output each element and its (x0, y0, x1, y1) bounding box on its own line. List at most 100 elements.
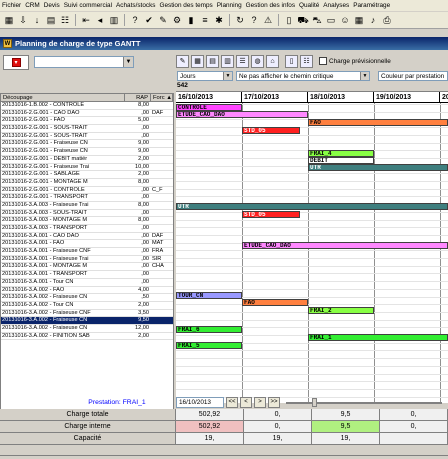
charge-previsionnelle-checkbox[interactable]: Charge prévisionnelle (319, 57, 391, 65)
menu-item[interactable]: Gestion des temps (159, 2, 212, 9)
nav-first-button[interactable]: << (226, 396, 238, 408)
task-row[interactable]: 20131016-3.A.001 - CAO DAO ,00 DAF (1, 232, 173, 241)
menu-item[interactable]: Devis (44, 2, 60, 9)
task-row[interactable]: 20131016-3.A.001 - Fraiseuse Trai ,00 SIR (1, 255, 173, 264)
save-icon[interactable]: ▦ (3, 14, 15, 26)
menu-item[interactable]: Qualité (299, 2, 319, 9)
task-row[interactable]: 20131016-3.A.002 - Tour CN 2,00 (1, 301, 173, 310)
task-row[interactable]: 20131016-2.G.001 - Fraiseuse Trai 10,00 (1, 163, 173, 172)
task-row[interactable]: 20131016-2.G.001 - SOUS-TRAIT ,00 (1, 125, 173, 133)
calendar-icon[interactable]: ▦ (353, 14, 365, 26)
task-row[interactable]: 20131016-2.G.001 - SOUS-TRAIT ,00 (1, 132, 173, 141)
globe-icon[interactable]: ◍ (251, 54, 264, 68)
task-row[interactable]: 20131016-3.A.002 - Fraiseuse CN 12,00 (1, 324, 173, 333)
task-row[interactable]: 20131016-2.G.001 - MONTAGE M 8,00 (1, 178, 173, 187)
filter-combo[interactable]: ▼ (34, 56, 134, 68)
task-row[interactable]: 20131016-3.A.002 - FINITION SAB 2,00 (1, 332, 173, 341)
menu-item[interactable]: Paramétrage (353, 2, 390, 9)
gantt-bar[interactable]: FRAI_1 (308, 334, 448, 341)
truck-icon[interactable]: ⛍ (311, 14, 323, 26)
task-row[interactable]: 20131016-3.A.003 - TRANSPORT ,00 (1, 225, 173, 233)
tools-icon[interactable]: ✱ (213, 14, 225, 26)
gantt-bar[interactable]: FAO (242, 299, 308, 306)
menu-item[interactable]: Gestion des infos (246, 2, 295, 9)
gantt-bar[interactable]: DEBIT (308, 157, 374, 164)
document-icon[interactable]: ▯ (283, 14, 295, 26)
critical-path-select[interactable]: Ne pas afficher le chemin critique ▼ (236, 71, 370, 81)
warning-icon[interactable]: ⚠ (262, 14, 274, 26)
gantt-bar[interactable]: STD_05 (242, 127, 300, 134)
menu-item[interactable]: Fichier (2, 2, 21, 9)
task-row[interactable]: 20131016-3.A.001 - Fraiseuse CNF ,00 FRA (1, 248, 173, 256)
nav-last-button[interactable]: >> (268, 396, 280, 408)
task-row[interactable]: 20131016-2.G.001 - TRANSPORT ,00 (1, 194, 173, 202)
table-icon[interactable]: ▤ (206, 54, 219, 68)
list-icon[interactable]: ☷ (59, 14, 71, 26)
grid-icon[interactable]: ▥ (221, 54, 234, 68)
gantt-bar[interactable]: CONTROLE (176, 104, 242, 111)
task-row[interactable]: 20131016-2.G.001 - FAO 5,00 (1, 117, 173, 126)
help-icon[interactable]: ? (248, 14, 260, 26)
download-icon[interactable]: ⇩ (17, 14, 29, 26)
gantt-bar[interactable]: UTR (176, 203, 448, 210)
task-row[interactable]: 20131016-3.A.001 - FAO ,00 MAT (1, 240, 173, 249)
filter-button[interactable]: ▾ (3, 55, 29, 70)
menu-item[interactable]: Suivi commercial (64, 2, 112, 9)
task-row[interactable]: 20131016-3.A.001 - MONTAGE M ,00 CHA (1, 263, 173, 272)
refresh-icon[interactable]: ↻ (234, 14, 246, 26)
tree-icon[interactable]: ☷ (300, 54, 313, 68)
task-row[interactable]: 20131016-3.A.002 - Fraiseuse CN 9,50 (1, 317, 173, 325)
table-icon[interactable]: ▥ (108, 14, 120, 26)
task-row[interactable]: 20131016-2.G.001 - CAO DAO ,00 DAF (1, 109, 173, 118)
question-icon[interactable]: ? (129, 14, 141, 26)
pencil-icon[interactable]: ✎ (157, 14, 169, 26)
gantt-bar[interactable]: FRAI_5 (176, 342, 242, 349)
task-row[interactable]: 20131016-3.A.001 - TRANSPORT ,00 (1, 271, 173, 279)
nav-prev-button[interactable]: < (240, 396, 252, 408)
gantt-bar[interactable]: STD_05 (242, 211, 300, 218)
task-row[interactable]: 20131016-2.G.001 - SABLAGE 2,00 (1, 171, 173, 179)
task-row[interactable]: 20131016-3.A.002 - Fraiseuse CN ,50 (1, 294, 173, 302)
column-forc[interactable]: Forc ▲ (151, 94, 173, 101)
checkbox-box[interactable] (319, 57, 327, 65)
menu-item[interactable]: Achats/stocks (116, 2, 155, 9)
prev-icon[interactable]: ◂ (94, 14, 106, 26)
home-icon[interactable]: ⌂ (266, 54, 279, 68)
gantt-bar[interactable]: TOUR_CN (176, 292, 242, 299)
gantt-bar[interactable]: FRAI_2 (308, 307, 374, 314)
bell-icon[interactable]: ♪ (367, 14, 379, 26)
task-row[interactable]: 20131016-3.A.001 - Tour CN ,00 (1, 278, 173, 287)
chevron-down-icon[interactable]: ▼ (123, 57, 133, 67)
check-icon[interactable]: ✔ (143, 14, 155, 26)
chart-icon[interactable]: ▮ (185, 14, 197, 26)
gear-icon[interactable]: ⚙ (171, 14, 183, 26)
gantt-bar[interactable]: UTR (308, 164, 448, 171)
task-row[interactable]: 20131016-2.G.001 - CONTROLE ,00 C_F (1, 186, 173, 195)
chart-icon[interactable]: ▦ (191, 54, 204, 68)
gantt-bar[interactable]: ETUDE_CAO_DAO (242, 242, 448, 249)
task-row[interactable]: 20131016-3.A.002 - Fraiseuse CNF 3,50 (1, 309, 173, 318)
gantt-bar[interactable]: FAO (308, 119, 448, 126)
print-icon[interactable]: ⎙ (381, 14, 393, 26)
slider-thumb[interactable] (312, 397, 317, 407)
chevron-down-icon[interactable]: ▼ (360, 72, 369, 80)
task-row[interactable]: 20131016-3.A.002 - FAO 4,00 (1, 286, 173, 295)
user-icon[interactable]: ☺ (339, 14, 351, 26)
menu-item[interactable]: Analyses (323, 2, 349, 9)
period-select[interactable]: Jours ▼ (177, 71, 233, 81)
task-row[interactable]: 20131016-2.G.001 - DEBIT matiér 2,00 (1, 155, 173, 164)
gantt-bar[interactable]: FRAI_4 (308, 150, 374, 157)
column-decoupage[interactable]: Découpage (1, 94, 125, 101)
menu-item[interactable]: CRM (25, 2, 40, 9)
edit-icon[interactable]: ✎ (176, 54, 189, 68)
arrow-down-icon[interactable]: ↓ (31, 14, 43, 26)
list-icon[interactable]: ☰ (236, 54, 249, 68)
folder-icon[interactable]: ▭ (325, 14, 337, 26)
chevron-down-icon[interactable]: ▼ (223, 72, 232, 80)
first-icon[interactable]: ⇤ (80, 14, 92, 26)
cart-icon[interactable]: ⛟ (297, 14, 309, 26)
nav-date-field[interactable]: 16/10/2013 (176, 396, 224, 408)
task-row[interactable]: 20131016-3.A.003 - SOUS-TRAIT ,00 (1, 209, 173, 218)
nav-next-button[interactable]: > (254, 396, 266, 408)
task-row[interactable]: 20131016-3.A.003 - MONTAGE M 8,00 (1, 217, 173, 225)
